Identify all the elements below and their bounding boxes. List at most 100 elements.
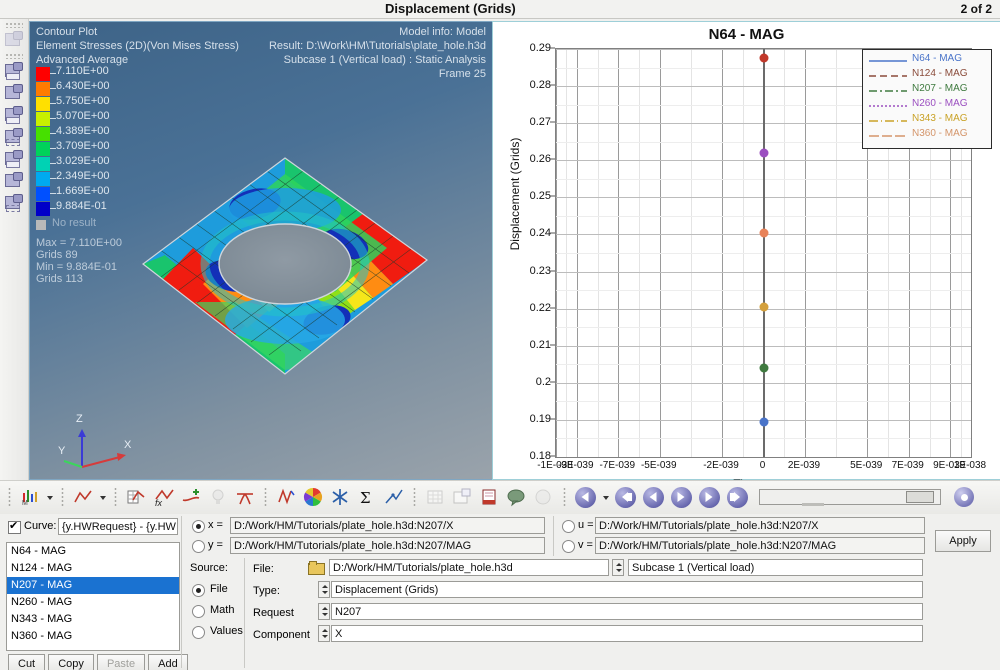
chart-legend[interactable]: N64 - MAG N124 - MAG N207 - MAG N260 - MAG N… (862, 49, 992, 149)
component-combo[interactable]: X (331, 625, 923, 642)
contour-legend[interactable]: 7.110E+00 6.430E+00 5.750E+00 5.070E+00 (36, 65, 122, 285)
curve-checkbox[interactable] (8, 519, 21, 534)
apply-button[interactable]: Apply (935, 530, 991, 552)
build-plot-icon[interactable] (125, 486, 147, 508)
fast-forward-button[interactable] (698, 486, 720, 508)
curve-plot-icon[interactable] (72, 486, 94, 508)
folder-open-icon[interactable] (308, 561, 325, 575)
subcase-combo[interactable]: Subcase 1 (Vertical load) (628, 559, 923, 576)
previous-page-button[interactable] (574, 486, 596, 508)
data-point[interactable] (759, 148, 768, 158)
plot-browser-icon[interactable]: M (19, 486, 41, 508)
y-axis-expression-input[interactable]: D:/Work/HM/Tutorials/plate_hole.h3d:N207… (230, 537, 545, 554)
curve-list[interactable]: N64 - MAG N124 - MAG N207 - MAG N260 - M… (6, 542, 180, 651)
request-label: Request (253, 607, 294, 619)
x-axis-expression-input[interactable]: D:/Work/HM/Tutorials/plate_hole.h3d:N207… (230, 517, 545, 534)
source-file-radio[interactable] (192, 584, 205, 597)
toolbar-grip-c[interactable] (114, 487, 118, 507)
curve-edit-icon[interactable] (180, 486, 202, 508)
u-axis-radio[interactable] (562, 520, 575, 533)
toolbar-grip-a[interactable] (8, 487, 11, 507)
new-page-icon[interactable] (3, 105, 25, 125)
slider-mark (802, 503, 824, 506)
toolbar-grip-2[interactable] (5, 53, 23, 59)
sigma-icon[interactable]: Σ (356, 486, 378, 508)
data-point[interactable] (759, 363, 768, 373)
animation-slider[interactable] (759, 489, 941, 506)
component-spinner[interactable] (318, 625, 330, 642)
subcase-label: Subcase 1 (Vertical load) : Static Analy… (283, 54, 486, 66)
source-math-radio[interactable] (192, 605, 205, 618)
source-values-radio[interactable] (192, 626, 205, 639)
rewind-button[interactable] (642, 486, 664, 508)
toolbar-grip-d[interactable] (263, 487, 267, 507)
curve-math-icon[interactable]: fx (153, 486, 175, 508)
capture-video-icon[interactable] (3, 171, 25, 191)
page-title: Displacement (Grids) (385, 1, 516, 16)
legend-item[interactable]: N260 - MAG (868, 98, 986, 114)
type-combo[interactable]: Displacement (Grids) (331, 581, 923, 598)
capture-region-icon[interactable] (3, 193, 25, 213)
chart-title: N64 - MAG (708, 26, 785, 43)
note-icon[interactable] (478, 486, 500, 508)
request-combo[interactable]: N207 (331, 603, 923, 620)
step-back-button[interactable] (614, 486, 636, 508)
list-item-selected[interactable]: N207 - MAG (7, 577, 179, 594)
copy-button[interactable]: Copy (48, 654, 94, 670)
y-axis-tick (550, 270, 555, 272)
y-axis-radio[interactable] (192, 540, 205, 553)
page-blank-icon[interactable] (3, 30, 25, 50)
type-spinner[interactable] (318, 581, 330, 598)
paste-page-icon[interactable] (3, 149, 25, 169)
chevron-down-icon[interactable] (45, 486, 54, 508)
list-item[interactable]: N343 - MAG (7, 611, 179, 628)
data-point[interactable] (759, 228, 768, 238)
toolbar-grip[interactable] (5, 22, 23, 28)
chevron-down-icon-2[interactable] (98, 486, 107, 508)
toolbar-grip-b[interactable] (61, 487, 65, 507)
contour-model[interactable] (135, 152, 435, 382)
x-axis-radio[interactable] (192, 520, 205, 533)
copy-page-icon[interactable] (3, 127, 25, 147)
toolbar-grip-f[interactable] (562, 487, 566, 507)
u-axis-expression-input[interactable]: D:/Work/HM/Tutorials/plate_hole.h3d:N207… (595, 517, 925, 534)
list-item[interactable]: N360 - MAG (7, 628, 179, 645)
list-item[interactable]: N64 - MAG (7, 543, 179, 560)
request-spinner[interactable] (318, 603, 330, 620)
vector-icon[interactable] (275, 486, 297, 508)
x-axis-tick-label: 5E-039 (850, 460, 883, 471)
legend-item[interactable]: N360 - MAG (868, 128, 986, 144)
save-session-icon[interactable] (3, 61, 25, 81)
asterisk-icon[interactable] (329, 486, 351, 508)
skip-end-button[interactable] (726, 486, 748, 508)
play-button[interactable] (670, 486, 692, 508)
legend-line (869, 135, 907, 137)
cut-button[interactable]: Cut (8, 654, 46, 670)
data-point[interactable] (759, 302, 768, 312)
curve-name-input[interactable]: {y.HWRequest} - {y.HW (58, 518, 178, 535)
axis-triad: Z X Y (58, 413, 150, 477)
v-axis-expression-input[interactable]: D:/Work/HM/Tutorials/plate_hole.h3d:N207… (595, 537, 925, 554)
plot-window[interactable]: N64 - MAG Displacement (Grids) Time N64 … (492, 21, 1000, 491)
list-item[interactable]: N124 - MAG (7, 560, 179, 577)
chevron-down-icon-3[interactable] (601, 486, 610, 508)
legend-item[interactable]: N124 - MAG (868, 68, 986, 84)
crosshair-icon[interactable] (234, 486, 256, 508)
animation-settings-button[interactable] (954, 487, 975, 507)
legend-item[interactable]: N64 - MAG (868, 53, 986, 69)
list-item[interactable]: N260 - MAG (7, 594, 179, 611)
open-session-icon[interactable] (3, 83, 25, 103)
legend-item[interactable]: N343 - MAG (868, 113, 986, 129)
graphics-window[interactable]: Contour Plot Element Stresses (2D)(Von M… (29, 21, 493, 480)
file-spinner[interactable] (612, 559, 624, 576)
curve-fit-icon[interactable] (383, 486, 405, 508)
file-path-input[interactable]: D:/Work/HM/Tutorials/plate_hole.h3d (329, 559, 609, 576)
legend-item[interactable]: N207 - MAG (868, 83, 986, 99)
bubble-icon[interactable] (505, 486, 527, 508)
v-axis-radio[interactable] (562, 540, 575, 553)
slider-thumb[interactable] (906, 491, 934, 503)
data-point[interactable] (759, 53, 768, 63)
toolbar-grip-e[interactable] (413, 487, 417, 507)
data-point[interactable] (759, 417, 768, 427)
color-wheel-icon[interactable] (302, 486, 324, 508)
